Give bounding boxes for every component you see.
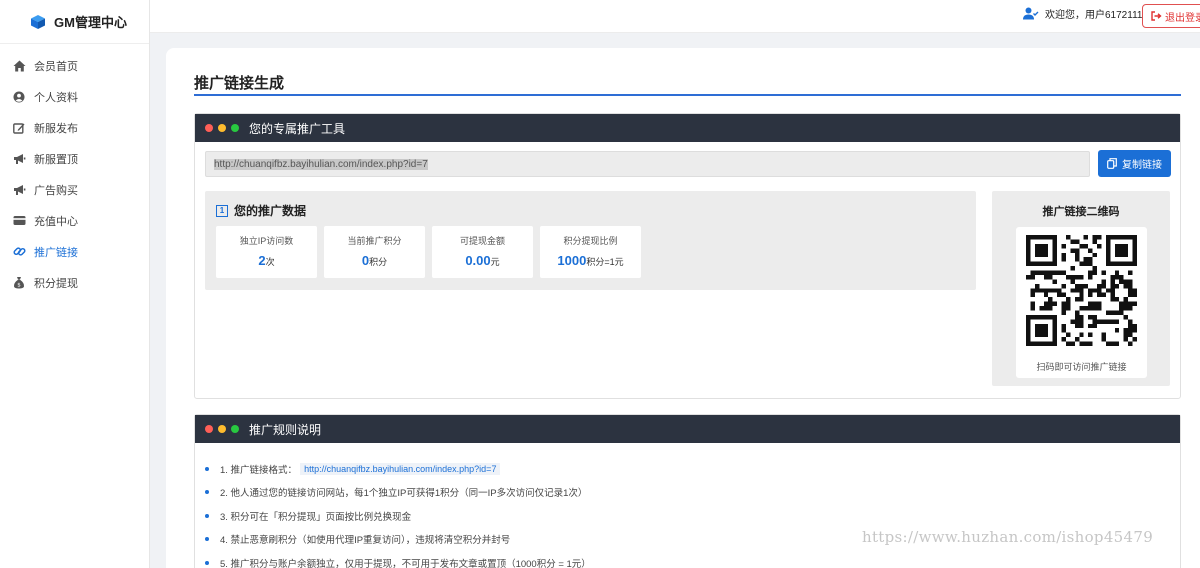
promo-link-text: http://chuanqifbz.bayihulian.com/index.p… xyxy=(214,158,428,170)
red-dot-icon xyxy=(205,425,213,433)
copy-button-label: 复制链接 xyxy=(1122,160,1162,171)
money-bag-icon: $ xyxy=(12,276,26,290)
copy-icon xyxy=(1107,158,1117,169)
logout-button[interactable]: 退出登录 xyxy=(1142,4,1200,28)
app-name: GM管理中心 xyxy=(54,15,127,30)
yellow-dot-icon xyxy=(218,124,226,132)
sidebar-item-label: 新服置顶 xyxy=(34,153,78,166)
watermark: https://www.huzhan.com/ishop45479 xyxy=(862,528,1154,546)
sidebar-item-new-server-pin[interactable]: 新服置顶 xyxy=(0,143,149,174)
sidebar-item-ad-purchase[interactable]: 广告购买 xyxy=(0,174,149,205)
stat-card-points: 当前推广积分 0积分 xyxy=(324,226,425,278)
stat-card-ip-visits: 独立IP访问数 2次 xyxy=(216,226,317,278)
bullet-icon xyxy=(205,537,209,542)
stats-title-text: 您的推广数据 xyxy=(234,204,307,218)
qr-title: 推广链接二维码 xyxy=(1042,206,1120,218)
stat-card-ratio: 积分提现比例 1000积分=1元 xyxy=(540,226,641,278)
bullet-icon xyxy=(205,513,209,518)
user-circle-icon xyxy=(12,90,26,104)
sidebar-item-recharge[interactable]: 充值中心 xyxy=(0,205,149,236)
sidebar-item-label: 新服发布 xyxy=(34,122,78,135)
bullet-icon xyxy=(205,560,209,565)
sidebar-item-promo-link[interactable]: 推广链接 xyxy=(0,236,149,267)
sidebar-menu: 会员首页 个人资料 新服发布 新服置顶 广告购买 充值中心 推广链接 $ 积分提 xyxy=(0,44,149,298)
panel-title: 推广规则说明 xyxy=(249,422,322,437)
welcome-text: 欢迎您，用户6172111 xyxy=(1045,10,1143,21)
edit-icon xyxy=(12,121,26,135)
number-one-icon: 1 xyxy=(216,204,228,217)
user-welcome: 欢迎您，用户6172111 xyxy=(1023,6,1142,21)
red-dot-icon xyxy=(205,124,213,132)
rule-item: 3. 积分可在「积分提现」页面按比例兑换现金 xyxy=(205,504,591,528)
rules-list: 1. 推广链接格式： http://chuanqifbz.bayihulian.… xyxy=(205,457,591,568)
top-bar: 欢迎您，用户6172111 退出登录 xyxy=(150,0,1200,33)
panel-header: 您的专属推广工具 xyxy=(195,114,1180,142)
promo-tool-panel: 您的专属推广工具 http://chuanqifbz.bayihulian.co… xyxy=(194,113,1181,399)
bullet-icon xyxy=(205,490,209,495)
sidebar-item-home[interactable]: 会员首页 xyxy=(0,50,149,81)
stat-value: 0积分 xyxy=(361,253,388,268)
rule-item: 1. 推广链接格式： http://chuanqifbz.bayihulian.… xyxy=(205,457,591,481)
stat-label: 积分提现比例 xyxy=(563,236,618,246)
qr-section: 推广链接二维码 扫码即可访问推广链接 xyxy=(992,191,1170,386)
credit-card-icon xyxy=(12,214,26,228)
sidebar-item-label: 推广链接 xyxy=(34,246,78,259)
sidebar-item-points-withdraw[interactable]: $ 积分提现 xyxy=(0,267,149,298)
svg-text:$: $ xyxy=(17,283,21,289)
sidebar-item-label: 会员首页 xyxy=(34,60,78,73)
link-icon xyxy=(12,245,26,259)
bullet-icon xyxy=(205,466,209,471)
user-check-icon xyxy=(1023,7,1039,20)
sidebar-item-label: 广告购买 xyxy=(34,184,78,197)
megaphone-icon xyxy=(12,152,26,166)
logout-label: 退出登录 xyxy=(1165,12,1200,24)
sidebar-item-label: 充值中心 xyxy=(34,215,78,228)
qr-code-image xyxy=(1026,235,1137,346)
stat-label: 可提现金额 xyxy=(459,236,505,246)
app-logo[interactable]: GM管理中心 xyxy=(0,0,149,44)
sidebar: GM管理中心 会员首页 个人资料 新服发布 新服置顶 广告购买 充值中心 推广链… xyxy=(0,0,150,568)
green-dot-icon xyxy=(231,124,239,132)
title-underline xyxy=(194,94,1181,96)
rule-item: 4. 禁止恶意刷积分（如使用代理IP重复访问），违规将清空积分并封号 xyxy=(205,528,591,552)
home-icon xyxy=(12,59,26,73)
cube-logo-icon xyxy=(31,14,45,29)
megaphone-icon xyxy=(12,183,26,197)
yellow-dot-icon xyxy=(218,425,226,433)
sidebar-item-new-server-publish[interactable]: 新服发布 xyxy=(0,112,149,143)
stat-value: 1000积分=1元 xyxy=(557,253,624,268)
main-content: 推广链接生成 您的专属推广工具 http://chuanqifbz.bayihu… xyxy=(166,48,1200,568)
promo-link-field[interactable]: http://chuanqifbz.bayihulian.com/index.p… xyxy=(205,151,1090,177)
page-title: 推广链接生成 xyxy=(194,75,285,92)
rule-item: 2. 他人通过您的链接访问网站，每1个独立IP可获得1积分（同一IP多次访问仅记… xyxy=(205,481,591,505)
stat-value: 0.00元 xyxy=(465,253,500,268)
sidebar-item-label: 积分提现 xyxy=(34,277,78,290)
qr-caption: 扫码即可访问推广链接 xyxy=(1036,362,1127,372)
stats-heading: 1 您的推广数据 xyxy=(216,202,306,219)
sidebar-item-profile[interactable]: 个人资料 xyxy=(0,81,149,112)
qr-card: 扫码即可访问推广链接 xyxy=(1016,227,1147,378)
stat-value: 2次 xyxy=(258,253,275,268)
stat-card-withdrawable: 可提现金额 0.00元 xyxy=(432,226,533,278)
rule-item: 5. 推广积分与账户余额独立，仅用于提现，不可用于发布文章或置顶（1000积分 … xyxy=(205,551,591,568)
sign-out-icon xyxy=(1151,11,1162,21)
stat-label: 当前推广积分 xyxy=(347,236,402,246)
rule-link-code: http://chuanqifbz.bayihulian.com/index.p… xyxy=(300,462,501,475)
panel-header: 推广规则说明 xyxy=(195,415,1180,443)
green-dot-icon xyxy=(231,425,239,433)
promo-stats: 1 您的推广数据 独立IP访问数 2次 当前推广积分 0积分 可提现金额 0.0… xyxy=(205,191,976,290)
panel-title: 您的专属推广工具 xyxy=(249,121,346,136)
stat-label: 独立IP访问数 xyxy=(239,236,294,246)
sidebar-item-label: 个人资料 xyxy=(34,91,78,104)
copy-link-button[interactable]: 复制链接 xyxy=(1098,150,1171,177)
